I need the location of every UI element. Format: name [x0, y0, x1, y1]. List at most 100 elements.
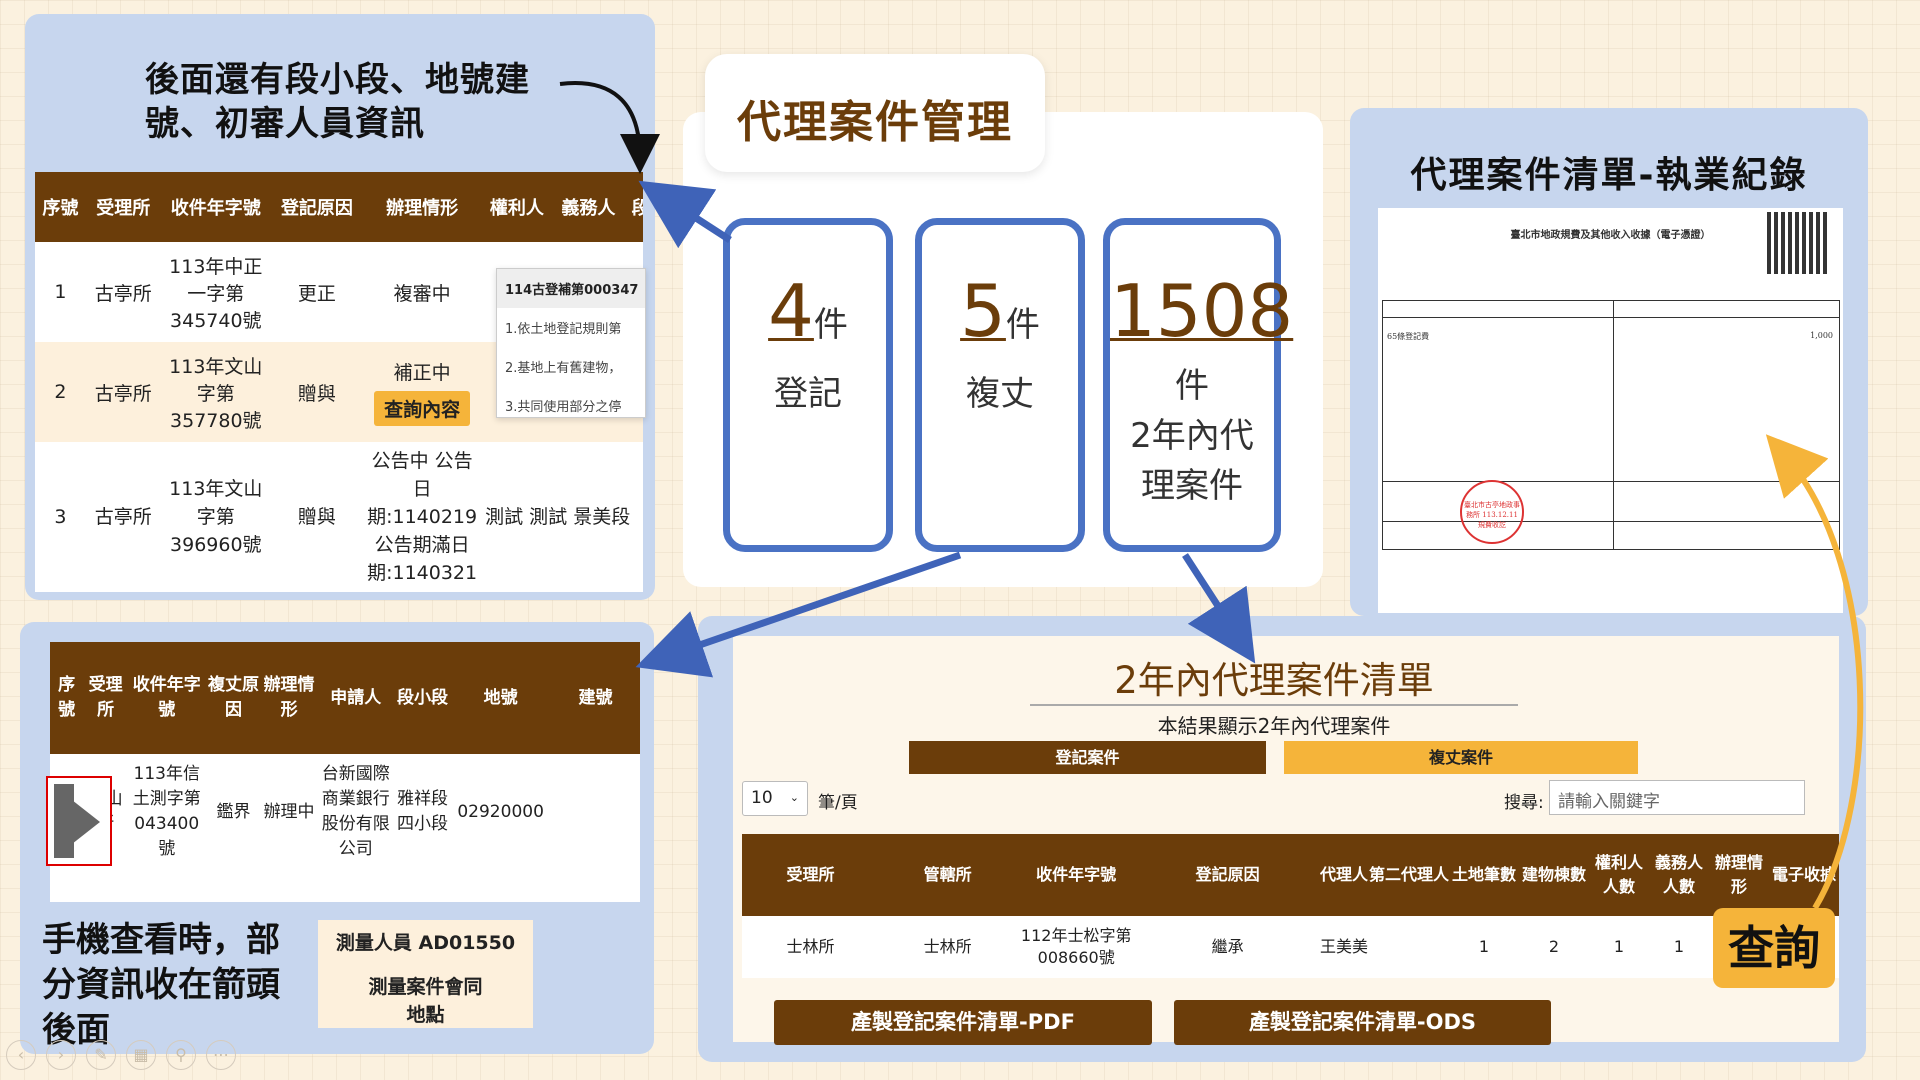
survey-case-location: 測量案件會同地點	[368, 976, 483, 1026]
query-button[interactable]: 查詢	[1713, 908, 1835, 988]
row-status: 複審中	[363, 242, 482, 342]
row-reason: 繼承	[1211, 937, 1244, 956]
receipt-amount: 1,000	[1810, 331, 1833, 340]
export-pdf-button[interactable]: 產製登記案件清單-PDF	[774, 1000, 1152, 1045]
col-header[interactable]: 受理所	[83, 642, 128, 754]
row-case-no: 113年信土測字第043400號	[132, 764, 201, 859]
col-header[interactable]: 複丈原因	[205, 642, 262, 754]
two-year-list-subtitle: 本結果顯示2年內代理案件	[1157, 714, 1391, 738]
zoom-icon[interactable]: ⚲	[166, 1040, 196, 1070]
col-header[interactable]: 序號	[50, 642, 84, 754]
col-header[interactable]: 受理所	[742, 834, 880, 916]
col-header[interactable]: 登記原因	[1136, 834, 1319, 916]
row-office: 古亭所	[85, 442, 161, 592]
stat-unit: 件	[1005, 305, 1040, 345]
page-size-unit: 筆/頁	[818, 793, 858, 813]
export-ods-button[interactable]: 產製登記案件清單-ODS	[1174, 1000, 1551, 1045]
row-reason: 鑑界	[216, 801, 251, 822]
next-icon[interactable]: ›	[46, 1040, 76, 1070]
col-header[interactable]: 申請人	[316, 642, 395, 754]
two-year-list-title: 2年內代理案件清單	[1030, 650, 1518, 706]
row-land-no: 02920000	[457, 801, 544, 822]
row-building-count: 2	[1548, 937, 1560, 956]
row-applicant: 台新國際商業銀行股份有限公司	[321, 764, 390, 859]
col-header[interactable]: 電子收據	[1769, 834, 1839, 916]
row-case-no: 113年文山字第357780號	[160, 342, 271, 442]
row-office: 士林所	[786, 937, 835, 956]
stat-value: 5	[960, 269, 1006, 353]
col-header[interactable]: 段小	[624, 172, 643, 242]
col-header[interactable]: 權利人人數	[1589, 834, 1649, 916]
row-case-no: 112年士松字第008660號	[1020, 926, 1132, 967]
row-agent: 王美美	[1319, 937, 1368, 956]
mobile-note: 手機查看時，部分資訊收在箭頭後面	[42, 920, 280, 1050]
practice-record-title: 代理案件清單-執業紀錄	[1410, 155, 1808, 196]
col-header[interactable]: 建物棟數	[1519, 834, 1589, 916]
row-section: 雅祥段四小段	[397, 789, 448, 834]
stat-value: 1508	[1110, 269, 1294, 353]
stat-survey[interactable]: 5件 複丈	[915, 218, 1085, 552]
col-header[interactable]: 段小段	[394, 642, 451, 754]
slides-icon[interactable]: ▦	[126, 1040, 156, 1070]
col-header[interactable]: 受理所	[85, 172, 161, 242]
col-header[interactable]: 序號	[35, 172, 86, 242]
search-input[interactable]: 請輸入關鍵字	[1549, 780, 1805, 815]
two-year-case-table: 受理所 管轄所 收件年字號 登記原因 代理人 第二代理人 土地筆數 建物棟數 權…	[742, 834, 1839, 978]
survey-staff: 測量人員 AD01550	[335, 932, 516, 954]
tab-survey-cases[interactable]: 複丈案件	[1284, 741, 1638, 774]
qr-code-icon	[1767, 212, 1829, 274]
col-header[interactable]: 辦理情形	[261, 642, 317, 754]
col-header[interactable]: 土地筆數	[1449, 834, 1519, 916]
tab-registration-cases[interactable]: 登記案件	[909, 741, 1266, 774]
row-building-no	[551, 754, 640, 870]
row-no: 1	[35, 242, 86, 342]
expand-row-button[interactable]	[46, 776, 112, 866]
play-icon	[54, 784, 74, 858]
stat-label: 登記	[774, 374, 842, 414]
receipt-fee-item: 65條登記費	[1387, 332, 1430, 341]
row-office: 古亭所	[85, 342, 161, 442]
row-status: 公告中 公告日期:1140219 公告期滿日期:1140321	[363, 442, 482, 592]
receipt-stamp: 臺北市古亭地政事務所 113.12.11 規費收訖	[1460, 480, 1524, 544]
prev-icon[interactable]: ‹	[6, 1040, 36, 1070]
query-content-button[interactable]: 查詢內容	[374, 391, 471, 426]
row-status: 辦理中	[263, 801, 315, 822]
table-row: 士林所 士林所 112年士松字第008660號 繼承 王美美 1 2 1 1 結…	[742, 916, 1839, 978]
col-header[interactable]: 第二代理人	[1369, 834, 1449, 916]
row-reason: 贈與	[270, 342, 364, 442]
col-header[interactable]: 收件年字號	[1016, 834, 1137, 916]
page-title: 代理案件管理	[737, 97, 1013, 148]
row-land-count: 1	[1478, 937, 1490, 956]
col-header[interactable]: 辦理情形	[1709, 834, 1769, 916]
survey-case-table: 序號 受理所 收件年字號 複丈原因 辦理情形 申請人 段小段 地號 建號 松山所…	[50, 642, 640, 902]
row-obligors: 1	[1673, 937, 1685, 956]
table-row: 松山所 113年信土測字第043400號 鑑界 辦理中 台新國際商業銀行股份有限…	[50, 754, 640, 870]
row-right-holders: 1	[1613, 937, 1625, 956]
row-no: 3	[35, 442, 86, 592]
row-status-cell: 補正中 查詢內容	[363, 342, 482, 442]
col-header[interactable]: 地號	[450, 642, 551, 754]
col-header[interactable]: 權利人	[481, 172, 553, 242]
col-header[interactable]: 代理人	[1319, 834, 1369, 916]
col-header[interactable]: 收件年字號	[127, 642, 206, 754]
stat-unit: 件	[813, 305, 848, 345]
row-office: 古亭所	[85, 242, 161, 342]
stat-registration[interactable]: 4件 登記	[723, 218, 893, 552]
receipt-grid: 65條登記費 1,000	[1382, 300, 1840, 550]
col-header[interactable]: 登記原因	[270, 172, 364, 242]
col-header[interactable]: 義務人	[552, 172, 625, 242]
col-header[interactable]: 義務人人數	[1649, 834, 1709, 916]
pen-icon[interactable]: ✎	[86, 1040, 116, 1070]
popup-item: 3.共同使用部分之停	[505, 400, 622, 415]
col-header[interactable]: 建號	[550, 642, 640, 754]
more-icon[interactable]: ⋯	[206, 1040, 236, 1070]
col-header[interactable]: 收件年字號	[160, 172, 271, 242]
page-size-select[interactable]: 10 ⌄	[742, 781, 808, 816]
row-reason: 贈與	[270, 442, 364, 592]
col-header[interactable]: 管轄所	[879, 834, 1017, 916]
stat-two-year[interactable]: 1508 件 2年內代理案件	[1103, 218, 1293, 552]
survey-info-card: 測量人員 AD01550 測量案件會同地點	[318, 920, 533, 1028]
row-case-no: 113年中正一字第345740號	[160, 242, 271, 342]
e-receipt-image: 臺北市地政規費及其他收入收據（電子憑證） 65條登記費 1,000 臺北市古亭地…	[1378, 208, 1843, 613]
col-header[interactable]: 辦理情形	[363, 172, 482, 242]
